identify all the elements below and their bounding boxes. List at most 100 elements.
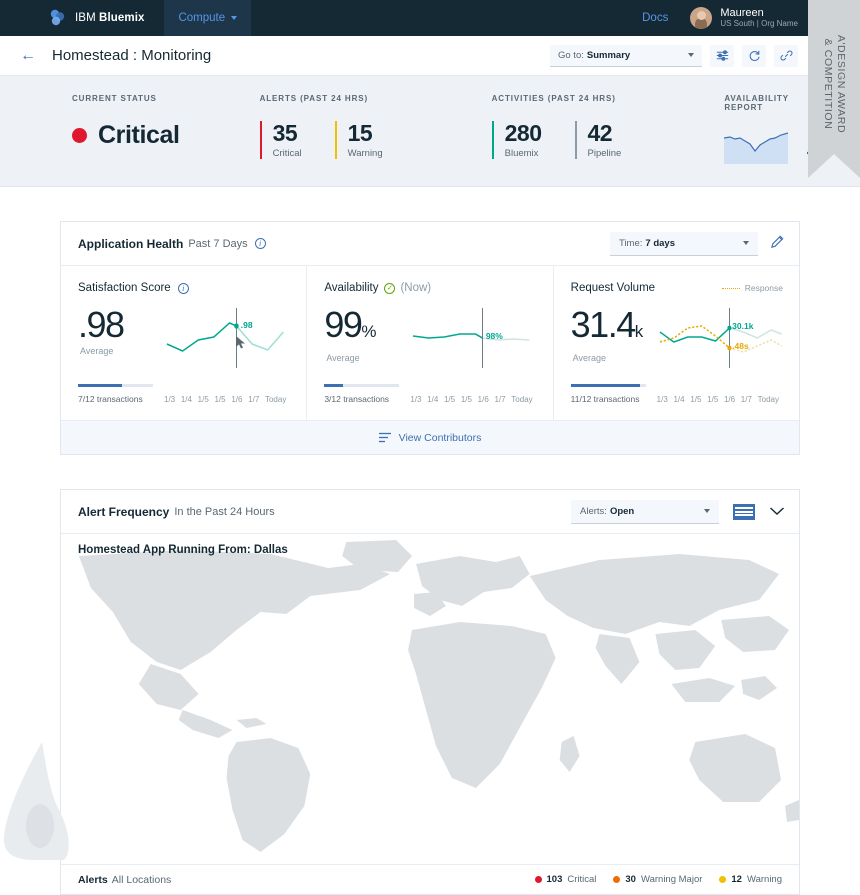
- back-arrow-icon[interactable]: ←: [20, 47, 36, 64]
- chevron-down-icon: [704, 509, 710, 513]
- metric-title: Availability: [324, 282, 379, 294]
- view-contributors-button[interactable]: View Contributors: [61, 420, 799, 454]
- bluemix-logo[interactable]: IBM Bluemix: [48, 8, 144, 28]
- request-point-label: 30.1k: [732, 321, 754, 331]
- nav-menu-compute[interactable]: Compute: [164, 0, 252, 36]
- response-legend: Response: [721, 283, 783, 293]
- progress-text: 11/12 transactions: [570, 394, 640, 404]
- legend-text: Critical: [567, 874, 597, 885]
- progress-track: [570, 384, 646, 387]
- top-navigation-bar: IBM Bluemix Compute Docs Maureen US Sout…: [0, 0, 860, 36]
- alert-frequency-card: Alert Frequency In the Past 24 Hours Ale…: [60, 489, 800, 895]
- legend-num: 103: [546, 874, 563, 885]
- main-content: Application Health Past 7 Days i Time: 7…: [0, 221, 860, 895]
- map-landmass: [78, 540, 799, 852]
- metric-body: 31.4k Average 30.1k .48s: [571, 306, 783, 370]
- availability-chart[interactable]: 98%: [406, 306, 536, 370]
- alerts-label: ALERTS (PAST 24 HRS): [259, 94, 369, 103]
- info-icon[interactable]: i: [254, 238, 266, 249]
- kpi-alerts-critical[interactable]: 35 Critical: [259, 121, 302, 159]
- legend-item-warning-major[interactable]: 30 Warning Major: [613, 874, 702, 885]
- legend-dash-icon: [721, 287, 740, 289]
- availability-sparkline: [724, 130, 789, 164]
- legend-item-critical[interactable]: 103 Critical: [534, 874, 597, 885]
- activities-block: ACTIVITIES (PAST 24 HRS) 280 Bluemix 42 …: [416, 94, 655, 164]
- link-button[interactable]: [774, 44, 798, 67]
- alerts-footer-label: Alerts: [78, 873, 108, 886]
- filter-settings-button[interactable]: [710, 44, 734, 67]
- metric-value-block: 99% Average: [324, 306, 406, 370]
- alerts-kpis: 35 Critical 15 Warning: [259, 120, 416, 159]
- axis-tick: 1/5: [460, 395, 472, 404]
- time-label: Time:: [619, 237, 643, 249]
- kpi-value: 15: [347, 120, 373, 146]
- alert-frequency-header: Alert Frequency In the Past 24 Hours Ale…: [61, 490, 799, 534]
- axis-tick: 1/5: [690, 395, 702, 404]
- transactions-progress: 3/12 transactions: [324, 384, 406, 404]
- metric-now-label: (Now): [400, 282, 432, 294]
- view-contributors-label: View Contributors: [398, 431, 482, 444]
- time-value: 7 days: [645, 237, 675, 249]
- list-view-icon[interactable]: [733, 503, 755, 520]
- axis-tick: 1/3: [164, 395, 176, 404]
- axis-tick: 1/5: [197, 395, 209, 404]
- goto-label: Go to:: [558, 49, 584, 61]
- kpi-alerts-warning[interactable]: 15 Warning: [334, 120, 383, 159]
- metric-footer: 11/12 transactions 1/3 1/4 1/5 1/5 1/6 1…: [570, 384, 783, 404]
- progress-track: [324, 384, 400, 387]
- kpi-activities-pipeline[interactable]: 42 Pipeline: [574, 121, 622, 159]
- current-status-block: CURRENT STATUS Critical: [20, 94, 180, 164]
- pencil-icon[interactable]: [770, 234, 785, 254]
- alert-frequency-actions: Alerts: Open: [571, 499, 785, 524]
- application-health-title: Application Health: [78, 236, 184, 251]
- status-badge: Critical: [72, 121, 180, 150]
- chevron-down-icon: [743, 241, 749, 245]
- axis-tick: 1/6: [477, 395, 489, 404]
- metric-availability: Availability ✓ (Now) 99% Average 98% 3/1…: [307, 266, 554, 420]
- axis-tick: 1/3: [410, 395, 422, 404]
- world-map[interactable]: Homestead App Running From: Dallas: [61, 534, 799, 864]
- docs-link[interactable]: Docs: [642, 12, 668, 24]
- time-range-dropdown[interactable]: Time: 7 days: [610, 231, 758, 256]
- metric-value-wrap: 99%: [324, 306, 406, 351]
- brand-label: IBM Bluemix: [75, 12, 144, 24]
- metric-body: .98 Average .98: [78, 306, 290, 370]
- metric-footer: 7/12 transactions 1/3 1/4 1/5 1/5 1/6 1/…: [78, 384, 290, 404]
- cursor-icon: [235, 336, 245, 349]
- metric-header: Request Volume Response: [571, 280, 783, 296]
- axis-tick: 1/7: [494, 395, 506, 404]
- user-menu[interactable]: Maureen US South | Org Name: [690, 7, 798, 29]
- metric-caption: Average: [572, 353, 607, 363]
- refresh-button[interactable]: [742, 44, 766, 67]
- brand-prefix: IBM: [75, 12, 96, 24]
- axis-tick: 1/5: [707, 395, 719, 404]
- axis-tick: 1/3: [656, 395, 668, 404]
- ribbon-notch-icon: [808, 138, 860, 178]
- alerts-filter-dropdown[interactable]: Alerts: Open: [571, 499, 719, 524]
- legend-dot-critical-icon: [534, 876, 542, 883]
- progress-fill: [78, 384, 122, 387]
- satisfaction-chart[interactable]: .98: [160, 306, 290, 370]
- kpi-caption: Pipeline: [587, 148, 622, 159]
- goto-dropdown[interactable]: Go to: Summary: [550, 44, 702, 67]
- chevron-down-icon: [231, 16, 238, 20]
- info-icon[interactable]: i: [177, 282, 189, 294]
- avatar: [690, 7, 713, 29]
- chart-axis: 1/3 1/4 1/5 1/5 1/6 1/7 Today: [653, 395, 783, 404]
- alerts-footer: Alerts All Locations 103 Critical 30 War…: [61, 864, 799, 894]
- legend-item-warning[interactable]: 12 Warning: [719, 874, 782, 885]
- map-title: Homestead App Running From: Dallas: [78, 544, 288, 556]
- user-org: US South | Org Name: [720, 19, 798, 28]
- kpi-value: 280: [504, 120, 542, 146]
- legend-dot-major-icon: [613, 876, 621, 883]
- chevron-down-icon: [688, 53, 694, 57]
- chart-axis: 1/3 1/4 1/5 1/5 1/6 1/7 Today: [406, 395, 536, 404]
- goto-value: Summary: [586, 49, 631, 61]
- collapse-chevron-icon[interactable]: [769, 504, 785, 519]
- satisfaction-point-label: .98: [240, 320, 253, 330]
- kpi-activities-bluemix[interactable]: 280 Bluemix: [491, 120, 542, 159]
- progress-track: [78, 384, 153, 387]
- request-volume-chart[interactable]: 30.1k .48s: [653, 306, 783, 370]
- nav-compute-label: Compute: [178, 12, 226, 24]
- chart-axis: 1/3 1/4 1/5 1/5 1/6 1/7 Today: [160, 395, 290, 404]
